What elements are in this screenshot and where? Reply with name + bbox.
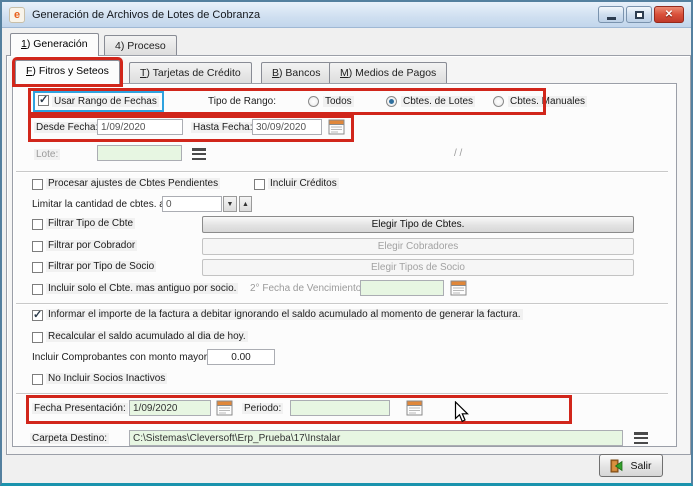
periodo-input[interactable] [290, 400, 390, 416]
salir-button[interactable]: Salir [599, 454, 663, 477]
fecha-presentacion-input[interactable] [129, 400, 211, 416]
carpeta-destino-label: Carpeta Destino: [30, 433, 109, 444]
tab-tarjetas-credito[interactable]: T) Tarjetas de Crédito [129, 62, 252, 84]
fecha-presentacion-label: Fecha Presentación: [32, 403, 128, 414]
usar-rango-checkbox[interactable] [38, 95, 49, 106]
calendar-icon[interactable] [406, 400, 424, 421]
limitar-cantidad-label: Limitar la cantidad de cbtes. a: [30, 199, 170, 210]
tipo-rango-label: Tipo de Rango: [206, 96, 278, 107]
maximize-button[interactable] [626, 6, 652, 23]
limitar-dropdown-icon[interactable]: ▼ [223, 196, 237, 212]
monto-mayor-input[interactable] [207, 349, 275, 365]
filtrar-cobrador-checkbox[interactable] [32, 241, 43, 252]
tab-bancos[interactable]: B) Bancos [261, 62, 331, 84]
segunda-fecha-vencimiento-label: 2° Fecha de Vencimiento: [248, 283, 366, 294]
calendar-icon[interactable] [216, 400, 234, 421]
hasta-fecha-input[interactable] [252, 119, 322, 135]
maximize-icon [635, 11, 644, 19]
carpeta-browse-icon[interactable] [634, 432, 648, 444]
window-title: Generación de Archivos de Lotes de Cobra… [32, 9, 260, 21]
periodo-label: Periodo: [242, 403, 283, 414]
close-button[interactable]: ✕ [654, 6, 684, 23]
recalcular-saldo-checkbox[interactable] [32, 332, 43, 343]
divider [16, 303, 668, 304]
filtrar-tipo-socio-checkbox[interactable] [32, 262, 43, 273]
radio-todos[interactable] [308, 96, 319, 107]
procesar-ajustes-label: Procesar ajustes de Cbtes Pendientes [46, 178, 220, 189]
procesar-ajustes-checkbox[interactable] [32, 179, 43, 190]
cbte-antiguo-label: Incluir solo el Cbte. mas antiguo por so… [46, 283, 238, 294]
radio-cbtes-manuales[interactable] [493, 96, 504, 107]
lote-browse-icon[interactable] [192, 148, 206, 160]
elegir-cobradores-button[interactable]: Elegir Cobradores [202, 238, 634, 255]
limitar-cantidad-input[interactable] [162, 196, 222, 212]
incluir-creditos-checkbox[interactable] [254, 179, 265, 190]
no-incluir-inactivos-checkbox[interactable] [32, 374, 43, 385]
hasta-fecha-label: Hasta Fecha: [191, 122, 254, 133]
dialog-window: e Generación de Archivos de Lotes de Cob… [0, 0, 693, 486]
filtrar-tipo-cbte-label: Filtrar Tipo de Cbte [46, 218, 135, 229]
filtrar-tipo-socio-label: Filtrar por Tipo de Socio [46, 261, 156, 272]
radio-cbtes-lotes-label: Cbtes. de Lotes [401, 96, 475, 107]
filtrar-tipo-cbte-checkbox[interactable] [32, 219, 43, 230]
informar-importe-checkbox[interactable] [32, 310, 43, 321]
exit-door-icon [610, 459, 625, 473]
lote-date-placeholder: / / [454, 148, 462, 159]
tab-proceso[interactable]: 4) Proceso [104, 35, 177, 56]
radio-cbtes-lotes[interactable] [386, 96, 397, 107]
carpeta-destino-input[interactable] [129, 430, 623, 446]
desde-fecha-input[interactable] [97, 119, 183, 135]
minimize-icon [607, 17, 616, 20]
limitar-up-icon[interactable]: ▲ [239, 196, 252, 212]
app-icon: e [9, 7, 25, 23]
incluir-creditos-label: Incluir Créditos [268, 178, 339, 189]
filtrar-cobrador-label: Filtrar por Cobrador [46, 240, 137, 251]
monto-mayor-label: Incluir Comprobantes con monto mayor a: [30, 352, 220, 363]
lote-label: Lote: [34, 149, 60, 160]
divider [16, 171, 668, 172]
close-icon: ✕ [665, 9, 673, 20]
minimize-button[interactable] [598, 6, 624, 23]
usar-rango-label: Usar Rango de Fechas [52, 96, 159, 107]
recalcular-saldo-label: Recalcular el saldo acumulado al dia de … [46, 331, 248, 342]
radio-cbtes-manuales-label: Cbtes. Manuales [508, 96, 587, 107]
desde-fecha-label: Desde Fecha: [34, 122, 100, 133]
cbte-antiguo-checkbox[interactable] [32, 284, 43, 295]
elegir-tipo-cbtes-button[interactable]: Elegir Tipo de Cbtes. [202, 216, 634, 233]
informar-importe-label: Informar el importe de la factura a debi… [46, 309, 523, 320]
titlebar: e Generación de Archivos de Lotes de Cob… [2, 2, 691, 28]
divider [16, 393, 668, 394]
radio-todos-label: Todos [323, 96, 354, 107]
calendar-icon[interactable] [328, 119, 346, 140]
elegir-tipos-socio-button[interactable]: Elegir Tipos de Socio [202, 259, 634, 276]
tab-medios-pagos[interactable]: M) Medios de Pagos [329, 62, 447, 84]
salir-label: Salir [630, 460, 651, 472]
tab-generacion[interactable]: 1) Generación [10, 33, 99, 56]
no-incluir-inactivos-label: No Incluir Socios Inactivos [46, 373, 167, 384]
tab-filtros-seteos[interactable]: F) Fitros y Seteos [15, 60, 120, 84]
lote-input[interactable] [97, 145, 182, 161]
calendar-icon[interactable] [450, 280, 468, 301]
segunda-fecha-vencimiento-input[interactable] [360, 280, 444, 296]
